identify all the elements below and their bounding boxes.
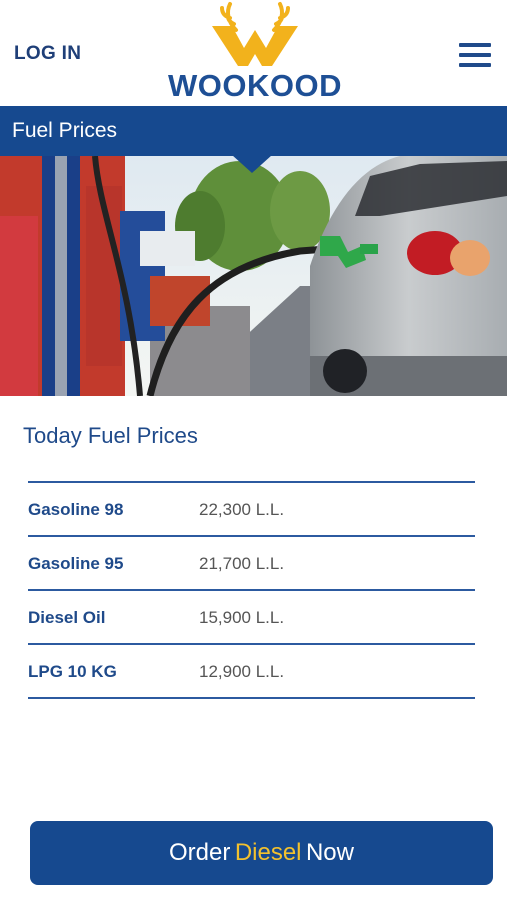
app-header: LOG IN WOOKOOD [0, 0, 507, 106]
order-label-post: Now [305, 839, 354, 866]
login-button[interactable]: LOG IN [14, 43, 81, 65]
hamburger-menu-icon[interactable] [456, 40, 494, 70]
fuel-name: Gasoline 95 [28, 554, 124, 573]
table-row: Gasoline 95 21,700 L.L. [28, 537, 475, 591]
table-row: Diesel Oil 15,900 L.L. [28, 591, 475, 645]
prices-heading: Today Fuel Prices [23, 423, 198, 448]
section-header-bar: Fuel Prices [0, 106, 507, 156]
order-diesel-button[interactable]: Order Diesel Now [30, 821, 493, 885]
order-label-accent: Diesel [234, 839, 302, 866]
antler-logo-icon [212, 2, 298, 66]
fuel-name: Diesel Oil [28, 608, 106, 627]
fuel-name: Gasoline 98 [28, 500, 124, 519]
fuel-name: LPG 10 KG [28, 662, 117, 681]
hero-notch [232, 155, 272, 173]
fuel-price: 12,900 L.L. [199, 662, 285, 681]
fuel-pump-hero-image [0, 156, 507, 396]
table-row: Gasoline 98 22,300 L.L. [28, 483, 475, 537]
brand-wordmark: WOOKOOD [168, 68, 342, 103]
section-title: Fuel Prices [12, 119, 118, 142]
table-row: LPG 10 KG 12,900 L.L. [28, 645, 475, 699]
order-label-pre: Order [169, 839, 231, 866]
brand-logo[interactable]: WOOKOOD [160, 0, 350, 104]
fuel-price-table: Gasoline 98 22,300 L.L. Gasoline 95 21,7… [28, 481, 475, 699]
fuel-price: 21,700 L.L. [199, 554, 285, 573]
fuel-price: 22,300 L.L. [199, 500, 285, 519]
fuel-price: 15,900 L.L. [199, 608, 285, 627]
